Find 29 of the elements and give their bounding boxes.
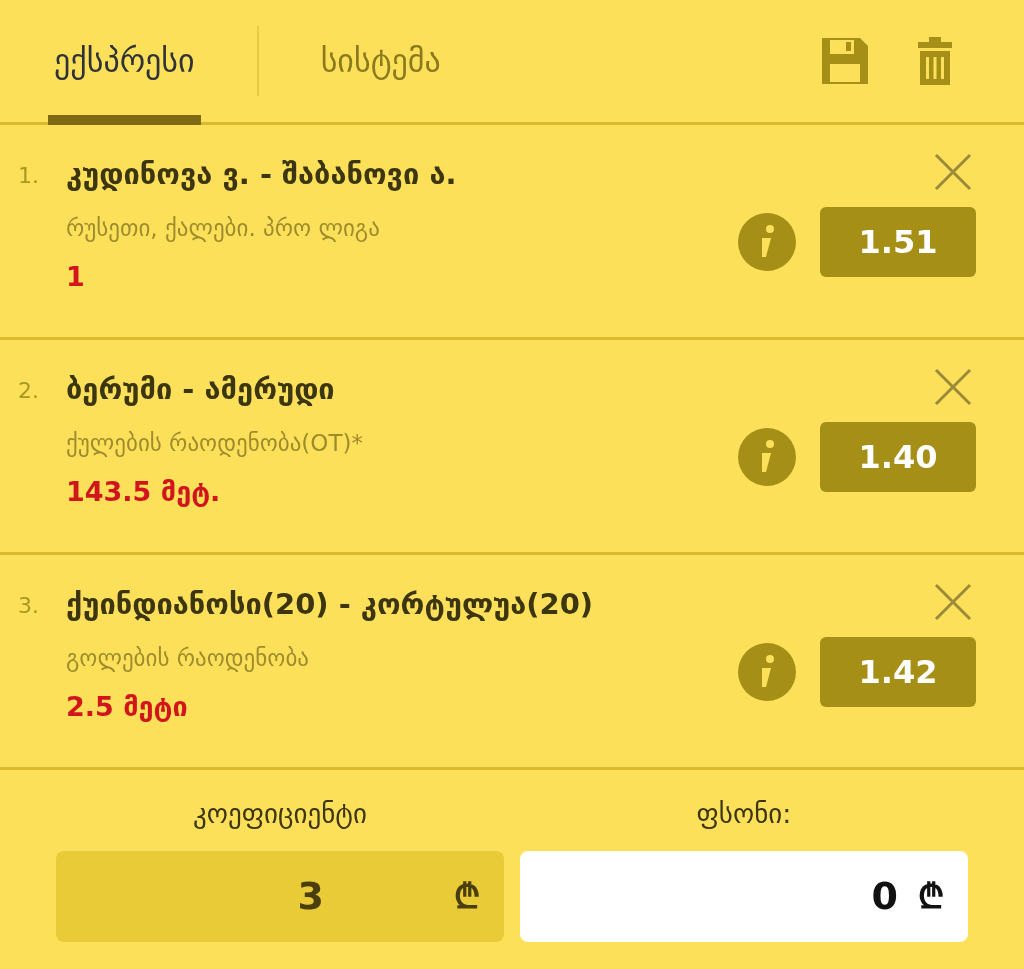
- bet-pick: 1: [66, 260, 85, 294]
- market-name: გოლების რაოდენობა: [66, 643, 309, 674]
- tab[interactable]: ექსპრესი: [48, 0, 201, 122]
- info-icon[interactable]: [738, 428, 796, 486]
- bet-number: 2.: [18, 377, 40, 405]
- match-title: კუდინოვა ვ. - შაბანოვი ა.: [66, 156, 457, 193]
- odds-button[interactable]: 1.42: [820, 637, 976, 707]
- odds-button[interactable]: 1.51: [820, 207, 976, 277]
- bet-pick: 2.5 მეტი: [66, 690, 188, 724]
- odds-button[interactable]: 1.40: [820, 422, 976, 492]
- tab[interactable]: სისტემა: [314, 0, 447, 122]
- match-title: ქუინდიანოსი(20) - კორტულუა(20): [66, 586, 594, 623]
- match-title: ბერუმი - ამერუდი: [66, 371, 335, 408]
- bet-number: 3.: [18, 592, 40, 620]
- save-icon[interactable]: [820, 36, 870, 86]
- info-icon[interactable]: [738, 643, 796, 701]
- close-icon[interactable]: [934, 153, 972, 191]
- info-icon[interactable]: [738, 213, 796, 271]
- coefficient-display: 3 ₾: [56, 850, 504, 942]
- market-name: რუსეთი, ქალები. პრო ლიგა: [66, 213, 380, 244]
- trash-icon[interactable]: [918, 37, 952, 85]
- close-icon[interactable]: [934, 368, 972, 406]
- close-icon[interactable]: [934, 583, 972, 621]
- bet-number: 1.: [18, 162, 40, 190]
- market-name: ქულების რაოდენობა(OT)*: [66, 428, 363, 459]
- stake-field[interactable]: 0 ₾: [520, 850, 968, 942]
- field-label: ფსონი:: [696, 797, 792, 831]
- bet-pick: 143.5 მეტ.: [66, 475, 221, 509]
- field-label: კოეფიციენტი: [193, 797, 367, 831]
